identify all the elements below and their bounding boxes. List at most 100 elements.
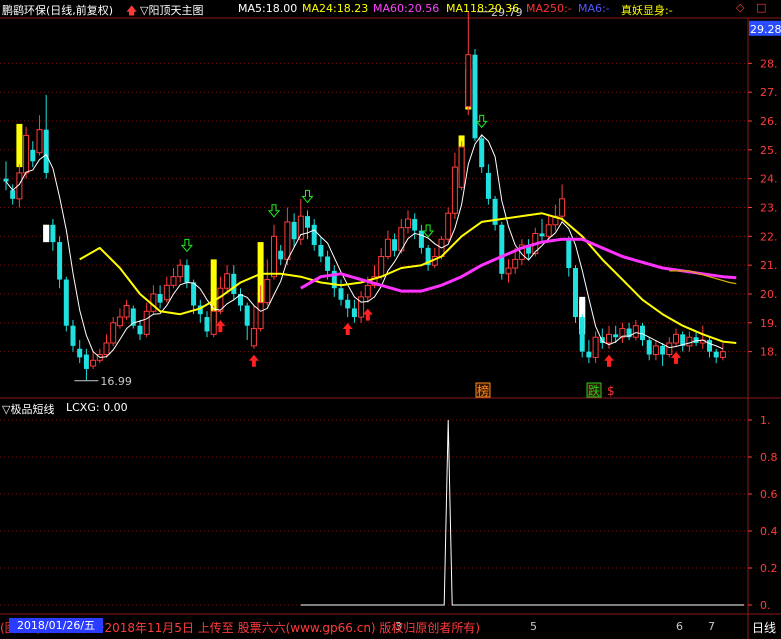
candle-body-down	[30, 149, 36, 162]
candle-body-down	[77, 348, 83, 358]
candle-body-down	[231, 273, 237, 294]
candle-body-up	[150, 293, 157, 312]
candle-body-up	[673, 333, 679, 344]
candle-body-up	[451, 166, 458, 214]
candle-body-down	[3, 178, 9, 182]
price-tick-label: 28.	[760, 57, 778, 70]
candle-body-down	[63, 279, 69, 326]
x-tick-label: 5	[530, 620, 537, 633]
candle-body-up	[116, 316, 123, 327]
candle-body-up	[297, 215, 304, 240]
candle-body-down	[573, 268, 578, 318]
yaoshen-value: -	[668, 4, 673, 17]
candle-body-down	[184, 265, 190, 283]
candle-body-down	[57, 242, 63, 280]
price-tick-label: 25.	[760, 144, 778, 157]
candle-body-up	[512, 258, 519, 269]
signal-bar-white	[43, 224, 50, 243]
candle-body-up	[23, 134, 30, 174]
sub-title[interactable]: ▽极品短线	[2, 401, 54, 417]
price-tick-label: 20.	[760, 288, 778, 301]
price-tick-label: 21.	[760, 259, 778, 272]
candle-body-down	[157, 293, 163, 303]
buy-arrow-icon	[671, 351, 681, 364]
ma250-value: -	[567, 2, 572, 15]
candle-body-down	[43, 129, 49, 173]
candle-body-down	[418, 230, 424, 248]
badge-label: $	[607, 384, 615, 398]
ma118-label: MA118:20.36	[446, 2, 519, 15]
price-tick-label: 27.	[760, 86, 778, 99]
candle-body-up	[90, 359, 97, 367]
candle-body-down	[566, 239, 572, 269]
indicator-title[interactable]: ▽阳顶天主图	[140, 2, 203, 18]
candle-body-up	[163, 284, 170, 301]
chart-canvas: 28.27.26.25.24.23.22.21.20.19.18.29.2829…	[0, 6, 781, 639]
candle-body-down	[83, 354, 89, 369]
candle-body-down	[291, 221, 297, 240]
candle-body-up	[143, 310, 150, 335]
ma5-label: MA5:18.00	[238, 2, 297, 15]
buy-arrow-icon	[604, 354, 614, 367]
square-icon[interactable]: □	[756, 1, 766, 14]
sell-arrow-icon	[475, 114, 488, 129]
x-tick-label: 6	[676, 620, 683, 633]
badge-label: 榜	[477, 383, 489, 398]
candle-body-down	[613, 334, 619, 338]
candle-body-down	[412, 219, 418, 231]
current-price-label: 29.28	[750, 23, 781, 36]
candle-body-up	[103, 342, 110, 356]
candle-body-down	[325, 256, 331, 271]
candle-body-down	[10, 190, 16, 199]
candle-body-down	[137, 325, 143, 335]
candle-body-down	[244, 305, 250, 326]
ma250-label: MA250:-	[526, 2, 572, 15]
candle-body-up	[110, 322, 117, 344]
price-tick-label: 22.	[760, 230, 778, 243]
candle-body-down	[345, 299, 351, 309]
badge-label: 跌	[588, 383, 600, 398]
candle-body-up	[666, 342, 673, 356]
buy-arrow-icon	[215, 320, 226, 333]
ma60-line	[300, 237, 737, 293]
candle-body-up	[405, 218, 411, 229]
candle-body-up	[384, 238, 391, 258]
sell-arrow-icon	[301, 189, 314, 204]
candle-body-down	[305, 216, 310, 228]
ma6-label: MA6:-	[578, 2, 610, 15]
candle-body-down	[499, 224, 505, 274]
candle-body-down	[485, 172, 491, 199]
candle-body-down	[278, 250, 284, 260]
chart-window: 28. 27. 26. 25. 24. 23. 22. 21. 20. 19. 18. 29.28 29…	[0, 0, 781, 639]
buy-arrow-icon	[362, 308, 373, 321]
sub-tick-label: 0.8	[760, 451, 778, 464]
candle-body-up	[250, 328, 257, 347]
candle-body-down	[539, 233, 545, 237]
sub-tick-label: 0.	[760, 599, 771, 612]
diamond-icon[interactable]: ◇	[736, 1, 744, 14]
candle-body-up	[284, 221, 291, 260]
candle-body-down	[351, 308, 357, 318]
low-price-label: 16.99	[100, 375, 131, 388]
ma118-name: MA118:	[446, 2, 488, 15]
lcxg-value: 0.00	[103, 401, 128, 414]
buy-arrow-icon	[248, 354, 259, 367]
sell-arrow-icon	[267, 204, 281, 218]
candle-body-up	[271, 235, 277, 278]
candle-body-down	[707, 340, 712, 352]
sub-tick-label: 0.4	[760, 525, 778, 538]
ma118-value: 20.36	[487, 2, 520, 15]
ma5-name: MA5:	[238, 2, 266, 15]
candle-body-up	[364, 284, 371, 298]
ma250-name: MA250:	[526, 2, 568, 15]
candle-body-down	[50, 224, 56, 243]
candle-body-down	[311, 224, 317, 245]
sell-arrow-icon	[422, 224, 435, 238]
candle-body-up	[559, 198, 566, 217]
ma60-label: MA60:20.56	[373, 2, 439, 15]
candle-body-up	[686, 336, 693, 347]
period-label[interactable]: 日线	[752, 619, 776, 636]
candle-body-up	[264, 279, 271, 304]
signal-bar-yellow	[16, 123, 23, 168]
candle-body-up	[123, 305, 130, 318]
